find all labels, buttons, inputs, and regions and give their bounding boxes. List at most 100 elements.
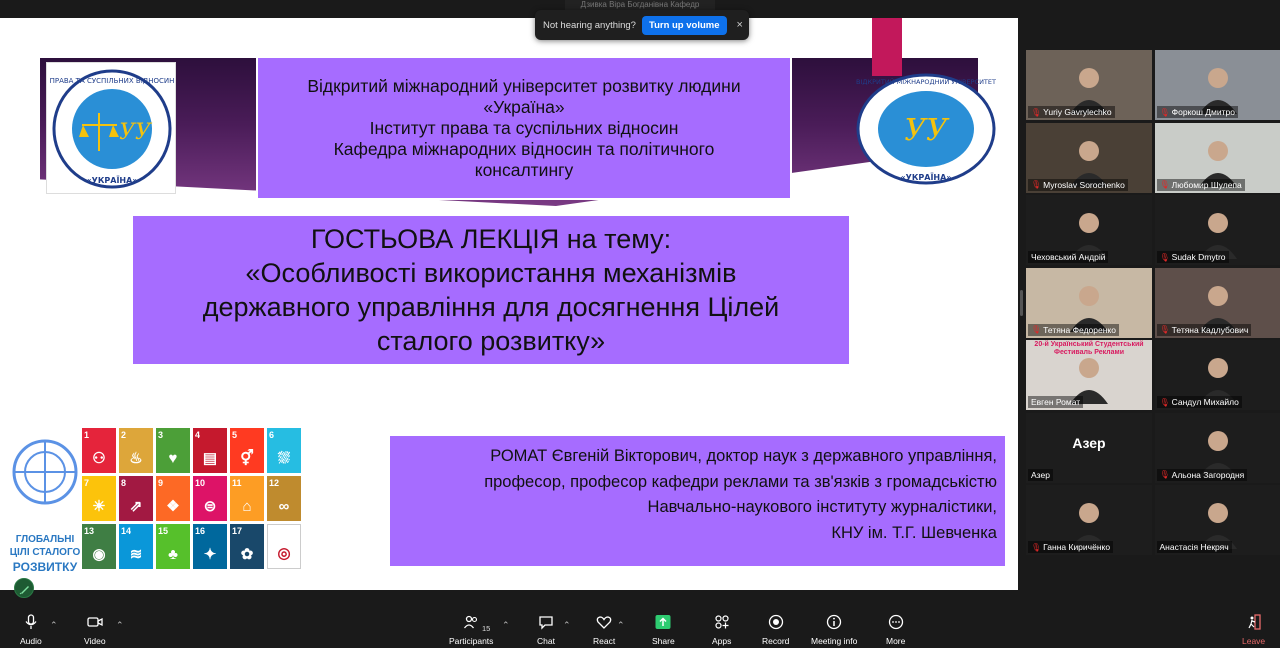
participant-name-label: 🎙 Myroslav Sorochenko <box>1028 178 1128 191</box>
sdg-goal-icon: ∞ <box>278 498 290 515</box>
participant-tile[interactable]: 🎙 Тетяна Федоренко <box>1026 267 1152 338</box>
university-line: Кафедра міжнародних відносин та політичн… <box>333 138 715 159</box>
annotate-pencil-icon[interactable] <box>14 578 34 598</box>
sdg-goal-number: 15 <box>158 526 169 536</box>
participant-tile[interactable]: 🎙 Ганна Киричёнко <box>1026 485 1152 555</box>
chat-options-chevron-icon[interactable]: ⌃ <box>563 620 571 631</box>
university-line: Інститут права та суспільних відносин <box>369 117 679 138</box>
sdg-goal-icon: ♣ <box>168 546 178 563</box>
more-dots-icon <box>888 614 903 630</box>
muted-microphone-icon: 🎙 <box>1031 542 1042 552</box>
topic-line: ГОСТЬОВА ЛЕКЦІЯ на тему: <box>310 224 672 254</box>
audio-hint-toast: Not hearing anything? Turn up volume × <box>535 10 749 40</box>
muted-microphone-icon: 🎙 <box>1031 325 1042 334</box>
sdg-goal-icon: ✿ <box>240 546 254 563</box>
participant-tile[interactable]: 🎙 Форкош Дмитро <box>1154 50 1280 120</box>
sdg-goal-number: 4 <box>195 430 201 440</box>
record-button[interactable]: Record <box>762 614 789 646</box>
author-line: КНУ ім. Т.Г. Шевченка <box>831 523 997 542</box>
sdg-goal-icon: ♨ <box>129 450 143 467</box>
participant-name-label: 🎙 Любомир Шулепа <box>1156 178 1245 191</box>
participant-name-label: Азер <box>1028 468 1053 481</box>
participant-name: Тетяна Федоренко <box>1043 324 1116 335</box>
sdg-goal-tile: 3 ♥ <box>156 428 190 473</box>
sdg-goal-icon: ▤ <box>202 450 218 467</box>
participant-tile[interactable]: 🎙 Myroslav Sorochenko <box>1026 122 1152 193</box>
video-camera-icon <box>87 617 103 627</box>
sdg-goal-number: 11 <box>232 478 242 488</box>
close-icon[interactable]: × <box>737 19 743 31</box>
participant-tile[interactable]: 🎙 Альона Загородня <box>1154 412 1280 483</box>
participant-name: Евген Ромат <box>1031 397 1081 407</box>
resize-handle[interactable] <box>1020 290 1023 316</box>
sdg-goal-number: 6 <box>269 430 275 440</box>
shared-screen-slide: ПРАВА ТА СУСПІЛЬНИХ ВІДНОСИН «УКРАЇНА» У… <box>0 18 1018 590</box>
leave-button[interactable]: Leave <box>1242 614 1265 646</box>
muted-microphone-icon: 🎙 <box>1159 252 1170 262</box>
participant-name: Ганна Киричёнко <box>1043 542 1111 552</box>
participant-tile[interactable]: 🎙 Yuriy Gavrylechko <box>1026 50 1152 120</box>
participant-tile[interactable]: Чеховський Андрій <box>1026 195 1152 265</box>
sdg-goal-tile: 4 ▤ <box>193 428 227 473</box>
meeting-info-label: Meeting info <box>811 636 858 646</box>
participant-name: Азер <box>1031 469 1050 480</box>
participant-tile[interactable]: Анастасія Некряч <box>1154 485 1280 555</box>
audio-options-chevron-icon[interactable]: ⌃ <box>50 620 58 631</box>
apps-button[interactable]: Apps <box>712 614 731 646</box>
sdg-goal-tile: 17 ✿ <box>230 524 264 569</box>
share-button[interactable]: Share <box>652 614 675 646</box>
sdg-goal-tile: 12 ∞ <box>267 476 301 521</box>
video-button[interactable]: Video <box>84 614 106 646</box>
university-title-box: Відкритий міжнародний університет розвит… <box>256 56 792 200</box>
lecture-topic-box: ГОСТЬОВА ЛЕКЦІЯ на тему: «Особливості ви… <box>133 216 849 364</box>
participant-tile[interactable]: Азер Азер <box>1026 412 1152 483</box>
sdg-goal-tile: 9 ❖ <box>156 476 190 521</box>
participant-name-label: Евген Ромат <box>1028 396 1084 408</box>
react-options-chevron-icon[interactable]: ⌃ <box>617 620 625 631</box>
muted-microphone-icon: 🎙 <box>1159 325 1170 334</box>
microphone-icon <box>25 614 37 629</box>
participant-tile[interactable]: 🎙 Sudak Dmytro <box>1154 195 1280 265</box>
video-options-chevron-icon[interactable]: ⌃ <box>116 620 124 631</box>
sdg-goal-icon: ◎ <box>277 545 291 562</box>
participant-tile[interactable]: 20-й Український Студентський Фестиваль … <box>1026 340 1152 410</box>
sdg-goal-tile: 8 ⇗ <box>119 476 153 521</box>
meeting-info-button[interactable]: Meeting info <box>811 614 857 646</box>
more-button[interactable]: More <box>886 614 905 646</box>
turn-up-volume-button[interactable]: Turn up volume <box>641 15 727 35</box>
sdg-goal-number: 13 <box>84 526 95 536</box>
participant-display-name: Азер <box>1072 434 1106 451</box>
more-label: More <box>886 636 906 646</box>
chat-button[interactable]: Chat <box>537 614 555 646</box>
sdg-goal-number: 7 <box>84 478 90 488</box>
muted-microphone-icon: 🎙 <box>1159 107 1170 117</box>
participant-name-label: 🎙 Ганна Киричёнко <box>1028 541 1114 553</box>
sdg-goal-tile: 11 ⌂ <box>230 476 264 521</box>
sdg-goal-number: 10 <box>195 478 206 488</box>
react-button[interactable]: React <box>593 614 615 646</box>
muted-microphone-icon: 🎙 <box>1159 397 1170 407</box>
institute-logo-monogram: УУ <box>119 120 153 145</box>
chat-bubble-icon <box>539 616 553 630</box>
sdg-goal-tile: 16 ✦ <box>193 524 227 569</box>
participant-tile[interactable]: 🎙 Тетяна Кадлубович <box>1154 267 1280 338</box>
participant-tile[interactable]: 🎙 Сандул Михайло <box>1154 340 1280 410</box>
participant-name-label: 🎙 Тетяна Федоренко <box>1028 323 1119 336</box>
university-line: Відкритий міжнародний університет розвит… <box>307 75 741 96</box>
author-line: РОМАТ Євгеній Вікторович, доктор наук з … <box>490 447 997 465</box>
apps-grid-icon <box>715 615 729 629</box>
sdg-goal-tile: 15 ♣ <box>156 524 190 569</box>
university-logo-ring-text: ВІДКРИТИЙ МІЖНАРОДНИЙ УНІВЕРСИТЕТ <box>856 77 996 86</box>
record-label: Record <box>762 636 790 646</box>
university-logo-bottom-text: «УКРАЇНА» <box>901 172 952 182</box>
participant-tile[interactable]: 🎙 Любомир Шулепа <box>1154 122 1280 193</box>
apps-label: Apps <box>712 636 732 646</box>
participant-name-label: 🎙 Yuriy Gavrylechko <box>1028 106 1115 118</box>
audio-button[interactable]: Audio <box>20 614 42 646</box>
participant-name-label: 🎙 Альона Загородня <box>1156 468 1248 481</box>
sdg-goal-number: 8 <box>121 478 127 488</box>
heart-icon <box>596 616 612 629</box>
participants-options-chevron-icon[interactable]: ⌃ <box>502 620 510 631</box>
topic-line: сталого розвитку» <box>376 326 606 356</box>
sdg-goal-icon: ☀ <box>92 498 106 515</box>
